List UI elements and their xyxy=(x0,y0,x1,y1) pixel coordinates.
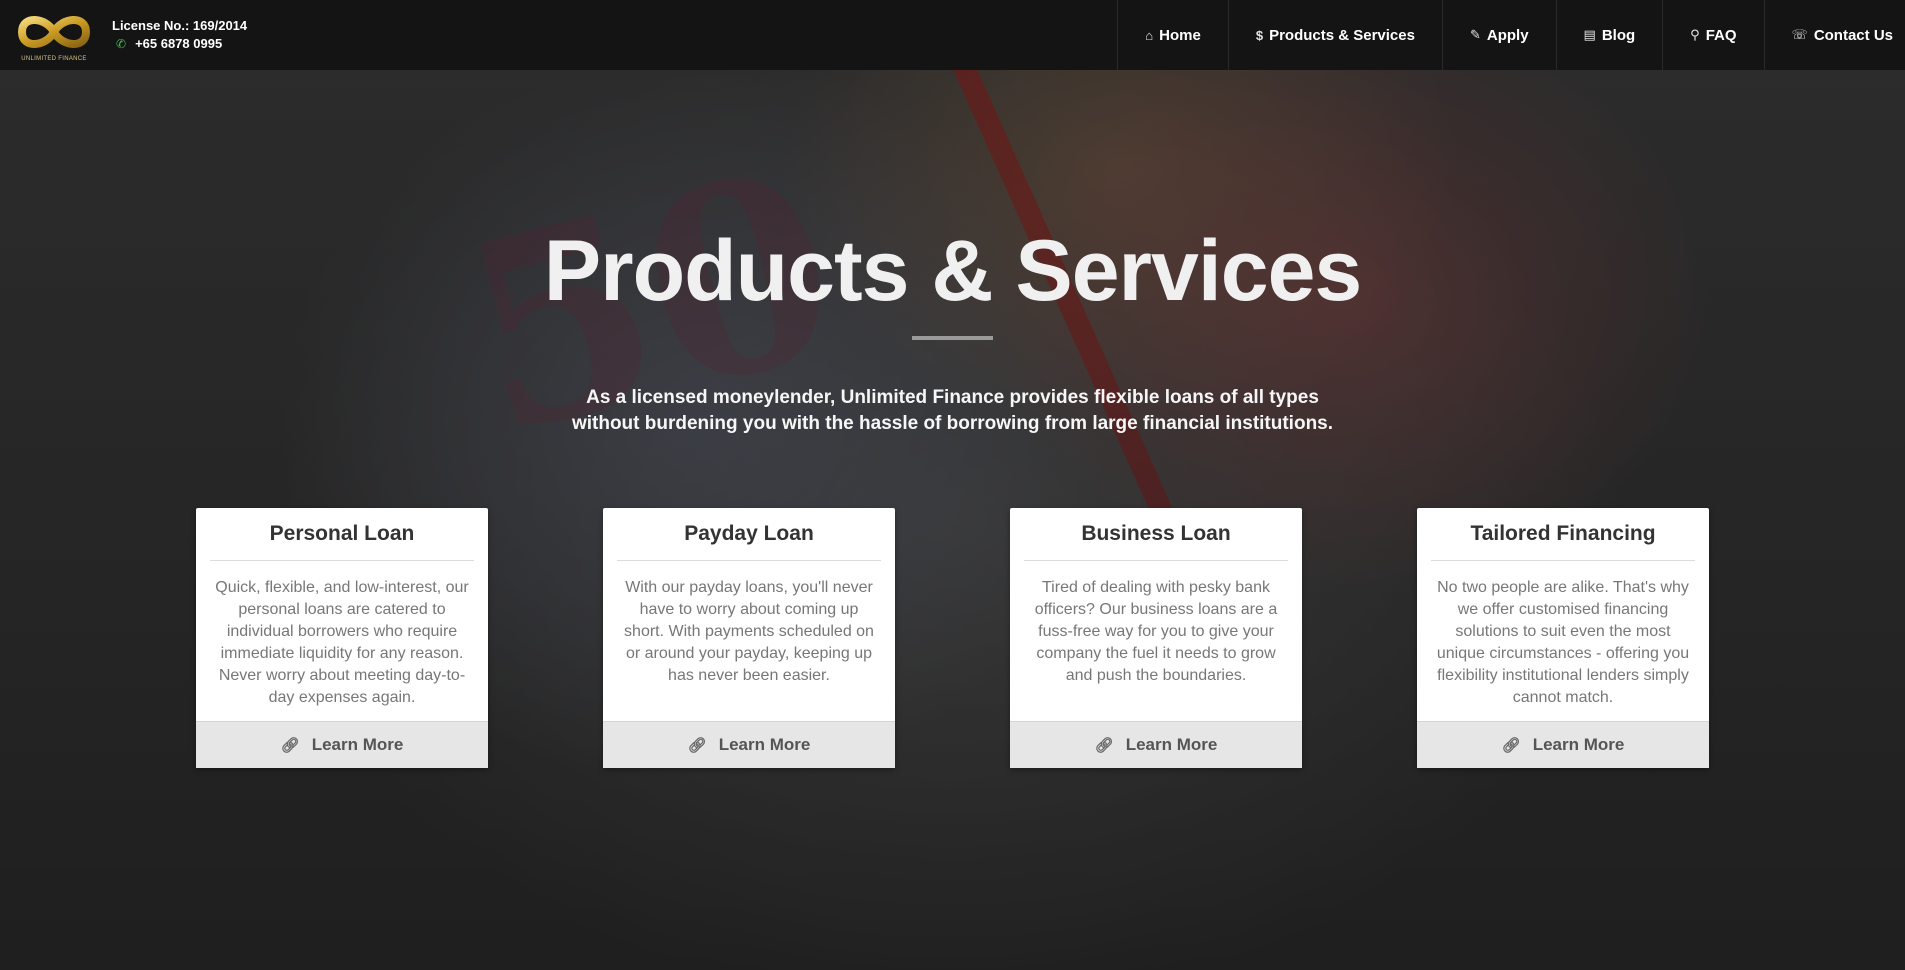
nav-label: FAQ xyxy=(1705,26,1737,44)
link-icon: 🔗︎ xyxy=(1501,737,1521,754)
edit-icon: ✎ xyxy=(1469,27,1481,42)
nav-faq[interactable]: ⚲ FAQ xyxy=(1662,0,1763,70)
nav-contact-us[interactable]: ☏ Contact Us xyxy=(1763,0,1905,70)
page-title: Products & Services xyxy=(543,223,1362,319)
button-label: Learn More xyxy=(311,735,404,754)
nav-products-services[interactable]: $ Products & Services xyxy=(1227,0,1442,70)
card-description: Tired of dealing with pesky bank officer… xyxy=(1034,579,1278,684)
logo-text: UNLIMITED FINANCE xyxy=(21,55,87,62)
button-label: Learn More xyxy=(718,735,811,754)
phone-icon: ✆ xyxy=(116,37,127,51)
newspaper-icon: ▤ xyxy=(1583,27,1596,42)
nav-label: Contact Us xyxy=(1813,26,1893,44)
learn-more-button[interactable]: 🔗︎ Learn More xyxy=(1010,721,1302,768)
card-description: Quick, flexible, and low-interest, our p… xyxy=(215,579,469,706)
nav-label: Blog xyxy=(1601,26,1636,44)
pin-icon: ⚲ xyxy=(1690,27,1700,42)
nav-home[interactable]: ⌂ Home xyxy=(1117,0,1228,70)
button-label: Learn More xyxy=(1532,735,1625,754)
learn-more-button[interactable]: 🔗︎ Learn More xyxy=(1417,721,1709,768)
nav-blog[interactable]: ▤ Blog xyxy=(1555,0,1663,70)
card-title: Tailored Financing xyxy=(1431,508,1695,561)
card-title: Business Loan xyxy=(1024,508,1288,561)
home-icon: ⌂ xyxy=(1145,27,1154,43)
card-title: Personal Loan xyxy=(210,508,474,561)
nav-label: Products & Services xyxy=(1269,26,1415,44)
learn-more-button[interactable]: 🔗︎ Learn More xyxy=(196,721,488,768)
card-business-loan: Business Loan Tired of dealing with pesk… xyxy=(1010,508,1302,768)
hero-overlay xyxy=(0,0,1905,970)
card-payday-loan: Payday Loan With our payday loans, you'l… xyxy=(603,508,895,768)
card-description: With our payday loans, you'll never have… xyxy=(624,579,874,684)
brand-info: License No.: 169/2014 ✆ +65 6878 0995 xyxy=(112,17,247,53)
phone-number: +65 6878 0995 xyxy=(135,36,223,51)
infinity-logo-icon xyxy=(18,15,90,48)
card-description: No two people are alike. That's why we o… xyxy=(1436,579,1690,706)
title-divider xyxy=(912,336,993,340)
license-number: License No.: 169/2014 xyxy=(112,18,248,33)
card-tailored-financing: Tailored Financing No two people are ali… xyxy=(1417,508,1709,768)
link-icon: 🔗︎ xyxy=(687,737,707,754)
top-navbar: UNLIMITED FINANCE License No.: 169/2014 … xyxy=(0,0,1905,70)
card-personal-loan: Personal Loan Quick, flexible, and low-i… xyxy=(196,508,488,768)
logo[interactable]: UNLIMITED FINANCE xyxy=(14,4,94,66)
dollar-icon: $ xyxy=(1255,27,1264,43)
card-title: Payday Loan xyxy=(617,508,881,561)
brand: UNLIMITED FINANCE License No.: 169/2014 … xyxy=(0,0,1096,70)
page-subtitle: As a licensed moneylender, Unlimited Fin… xyxy=(571,387,1334,434)
link-icon: 🔗︎ xyxy=(280,737,300,754)
button-label: Learn More xyxy=(1125,735,1218,754)
link-icon: 🔗︎ xyxy=(1094,737,1114,754)
nav-label: Apply xyxy=(1486,26,1529,44)
header-phone[interactable]: ✆ +65 6878 0995 xyxy=(112,35,247,53)
phone-icon: ☏ xyxy=(1791,27,1808,42)
main-nav: ⌂ Home $ Products & Services ✎ Apply ▤ B… xyxy=(1117,0,1905,70)
learn-more-button[interactable]: 🔗︎ Learn More xyxy=(603,721,895,768)
nav-apply[interactable]: ✎ Apply xyxy=(1441,0,1556,70)
nav-label: Home xyxy=(1159,26,1201,44)
